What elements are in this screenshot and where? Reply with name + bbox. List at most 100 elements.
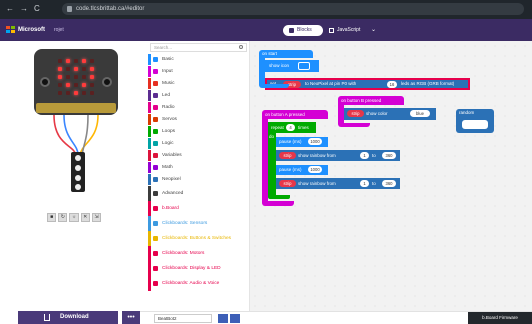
blocks-tab-button[interactable]: Blocks	[283, 25, 323, 36]
toolbox-category[interactable]: Neopixel	[148, 174, 249, 185]
on-button-a-block[interactable]: on button A pressed	[262, 110, 328, 119]
led-pixel	[66, 83, 70, 87]
edge-connector	[36, 103, 116, 113]
category-icon	[153, 93, 158, 98]
led-pixel	[58, 59, 62, 63]
reload-icon[interactable]: C	[34, 4, 40, 14]
strip-variable-a2[interactable]: strip	[279, 180, 296, 187]
toolbox-search-input[interactable]: Search...	[150, 43, 247, 52]
pause-label-2: pause (ms)	[279, 167, 302, 172]
rainbow-to-input-1[interactable]: 360	[382, 152, 396, 159]
pause-block-1[interactable]: pause (ms) 1000	[276, 137, 328, 147]
color-blue-dropdown[interactable]: blue	[410, 110, 430, 117]
strip-variable-a1[interactable]: strip	[279, 152, 296, 159]
icon-picker-icon[interactable]	[298, 62, 310, 70]
fullscreen-button[interactable]: ⇲	[91, 213, 102, 222]
category-icon	[153, 206, 158, 211]
show-color-block[interactable]: strip show color blue	[344, 108, 436, 120]
browser-toolbar: ← → C code.tlcsbrittab.ca/#editor	[0, 0, 532, 19]
led-count-input[interactable]: 16	[387, 81, 397, 88]
toolbox-category[interactable]: Clickboards: Sensors	[148, 216, 249, 231]
led-pixel	[74, 59, 78, 63]
toolbox-category[interactable]: Radio	[148, 102, 249, 113]
firmware-button[interactable]: b.Board Firmware	[468, 312, 532, 324]
toolbox-category[interactable]: Clickboards: Buttons & Switches	[148, 231, 249, 246]
category-label: Math	[162, 165, 173, 170]
rainbow-to-input-2[interactable]: 360	[382, 180, 396, 187]
category-color-bar	[148, 150, 151, 161]
back-icon[interactable]: ←	[6, 4, 14, 14]
toolbox-category[interactable]: Advanced	[148, 186, 249, 201]
set-strip-block[interactable]: set strip to NeoPixel at pin P0 with 16 …	[265, 78, 470, 90]
led-pixel	[90, 75, 94, 79]
show-rainbow-block-2[interactable]: strip show rainbow from 1 to 360	[276, 178, 400, 189]
microsoft-logo-icon	[6, 26, 15, 34]
category-color-bar	[148, 138, 151, 149]
toolbox-category[interactable]: Input	[148, 66, 249, 77]
toolbox-category[interactable]: Loops	[148, 126, 249, 137]
toolbox-category[interactable]: Basic	[148, 54, 249, 65]
led-pixel	[90, 67, 94, 71]
category-label: Neopixel	[162, 177, 181, 182]
microbit-button-b[interactable]	[102, 77, 112, 87]
toolbox-category[interactable]: Clickboards: Motors	[148, 246, 249, 261]
download-button[interactable]: Download	[18, 311, 118, 324]
show-icon-block[interactable]: show icon	[265, 60, 319, 72]
category-color-bar	[148, 114, 151, 125]
category-icon	[153, 153, 158, 158]
pause-block-2[interactable]: pause (ms) 1000	[276, 165, 328, 175]
microbit-button-a[interactable]	[40, 77, 50, 87]
pause-label-1: pause (ms)	[279, 139, 302, 144]
led-pixel	[82, 75, 86, 79]
editor-dropdown-icon[interactable]: ⌄	[371, 25, 381, 36]
category-color-bar	[148, 186, 151, 201]
led-pixel	[58, 67, 62, 71]
rainbow-from-input-2[interactable]: 1	[360, 180, 369, 187]
rainbow-from-input-1[interactable]: 1	[360, 152, 369, 159]
toolbox-category[interactable]: Music	[148, 78, 249, 89]
address-bar[interactable]: code.tlcsbrittab.ca/#editor	[62, 3, 524, 15]
category-icon	[153, 69, 158, 74]
code-icon	[329, 28, 334, 33]
category-label: Variables	[162, 153, 182, 158]
search-icon	[239, 45, 243, 49]
show-rainbow-block-1[interactable]: strip show rainbow from 1 to 360	[276, 150, 400, 161]
download-menu-button[interactable]: •••	[122, 311, 140, 324]
github-icon[interactable]	[230, 314, 240, 323]
category-icon	[153, 266, 158, 271]
stop-simulator-button[interactable]: ■	[47, 213, 57, 222]
pause-input-1[interactable]: 1000	[308, 138, 322, 145]
toolbox-category[interactable]: Clickboards: Audio & Voice	[148, 276, 249, 291]
led-pixel	[66, 59, 70, 63]
toolbox-category[interactable]: Logic	[148, 138, 249, 149]
search-placeholder: Search...	[154, 45, 173, 50]
led-pixel	[66, 67, 70, 71]
led-pixel	[82, 91, 86, 95]
toolbox-category[interactable]: Servos	[148, 114, 249, 125]
slowmo-button[interactable]: ☼	[69, 213, 79, 222]
forward-icon[interactable]: →	[20, 4, 28, 14]
mute-button[interactable]: ✕	[80, 213, 90, 222]
javascript-tab-button[interactable]: JavaScript	[327, 25, 367, 36]
project-name-input[interactable]: BeatBot2	[154, 314, 212, 323]
restart-simulator-button[interactable]: ↻	[58, 213, 68, 222]
on-start-block[interactable]: on start	[259, 50, 313, 58]
repeat-count-input[interactable]: 4	[286, 124, 295, 131]
category-label: Input	[162, 69, 173, 74]
category-color-bar	[148, 78, 151, 89]
toolbox-category[interactable]: Math	[148, 162, 249, 173]
save-icon[interactable]	[218, 314, 228, 323]
pause-input-2[interactable]: 1000	[308, 166, 322, 173]
blocks-workspace[interactable]: on start show icon set strip to NeoPixel…	[250, 41, 532, 311]
category-color-bar	[148, 66, 151, 77]
rainbow-label-1: show rainbow from	[298, 153, 336, 158]
category-label: Radio	[162, 105, 175, 110]
toolbox-category[interactable]: Clickboards: Display & LED	[148, 261, 249, 276]
on-button-b-block[interactable]: on button B pressed	[338, 96, 404, 105]
toolbox-category[interactable]: Variables	[148, 150, 249, 161]
repeat-block[interactable]: repeat 4 times	[268, 122, 316, 133]
project-label: rojet	[54, 27, 64, 33]
toolbox-category[interactable]: b.Board	[148, 201, 249, 216]
strip-variable-b[interactable]: strip	[347, 110, 364, 117]
toolbox-category[interactable]: Led	[148, 90, 249, 101]
